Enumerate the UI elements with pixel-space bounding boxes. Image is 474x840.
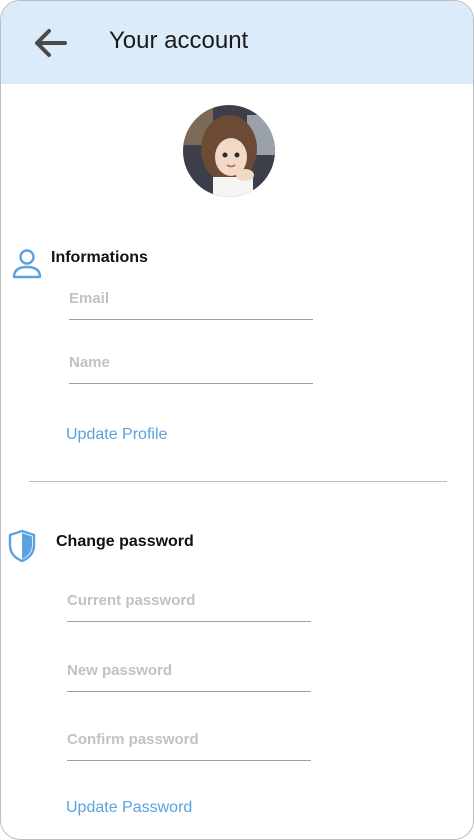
new-password-input[interactable] xyxy=(67,655,311,685)
current-password-input[interactable] xyxy=(67,585,311,615)
section-divider xyxy=(29,481,447,482)
arrow-left-icon xyxy=(35,29,67,57)
user-icon xyxy=(12,249,42,279)
confirm-password-input[interactable] xyxy=(67,724,311,754)
app-header: Your account xyxy=(1,1,473,84)
confirm-password-field[interactable] xyxy=(67,724,311,761)
informations-title: Informations xyxy=(51,249,148,266)
account-screen: Your account Informations Update Profile xyxy=(0,0,474,840)
avatar[interactable] xyxy=(183,105,275,197)
update-password-button[interactable]: Update Password xyxy=(66,799,192,817)
email-field[interactable] xyxy=(69,283,313,320)
new-password-field[interactable] xyxy=(67,655,311,692)
shield-icon xyxy=(8,529,36,563)
avatar-image xyxy=(183,105,275,197)
back-button[interactable] xyxy=(31,23,71,63)
update-profile-button[interactable]: Update Profile xyxy=(66,426,167,444)
name-input[interactable] xyxy=(69,347,313,377)
change-password-title: Change password xyxy=(56,533,194,550)
email-input[interactable] xyxy=(69,283,313,313)
page-title: Your account xyxy=(109,27,249,54)
current-password-field[interactable] xyxy=(67,585,311,622)
name-field[interactable] xyxy=(69,347,313,384)
